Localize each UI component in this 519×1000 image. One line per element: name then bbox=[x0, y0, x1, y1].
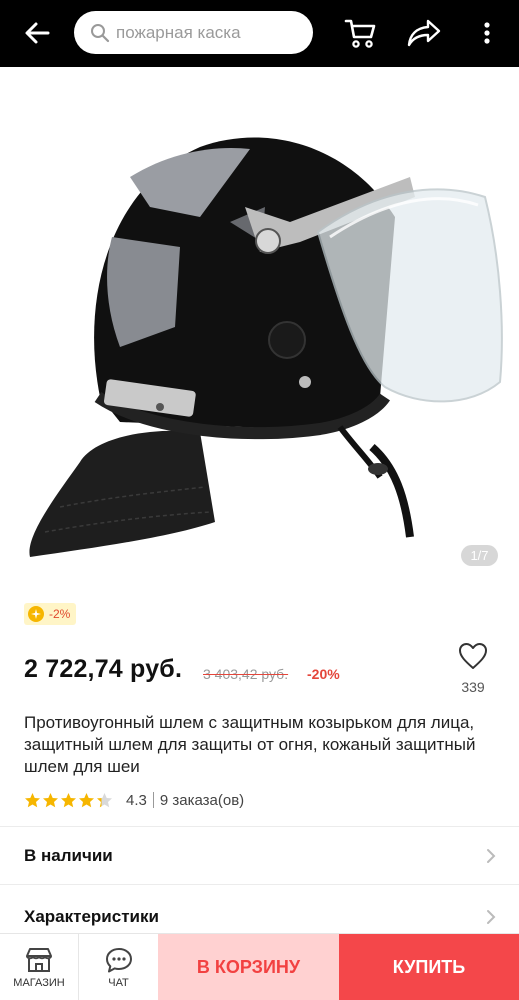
buy-now-button[interactable]: КУПИТЬ bbox=[339, 934, 519, 1000]
product-page: 1/7 -2% 2 722,74 руб. 3 403,42 руб. -20%… bbox=[0, 0, 519, 1000]
availability-row[interactable]: В наличии bbox=[0, 828, 519, 884]
share-icon[interactable] bbox=[406, 17, 442, 49]
old-price: 3 403,42 руб. bbox=[203, 666, 289, 682]
coupon-icon bbox=[28, 606, 44, 622]
store-label: МАГАЗИН bbox=[13, 977, 65, 989]
cart-icon[interactable] bbox=[344, 17, 378, 49]
rating-summary[interactable]: 4.3 9 заказа(ов) bbox=[24, 790, 244, 810]
star-icon bbox=[61, 792, 76, 807]
star-icon bbox=[25, 792, 40, 807]
more-vertical-icon[interactable] bbox=[478, 18, 496, 48]
wishlist-count: 339 bbox=[461, 679, 485, 695]
chat-tab[interactable]: ЧАТ bbox=[79, 934, 158, 1000]
store-icon bbox=[26, 948, 52, 972]
search-icon bbox=[91, 23, 110, 42]
current-price: 2 722,74 руб. bbox=[24, 655, 183, 683]
divider bbox=[0, 884, 519, 885]
chevron-right-icon bbox=[487, 910, 496, 924]
search-input[interactable] bbox=[116, 22, 306, 43]
discount-percent: -20% bbox=[307, 666, 340, 682]
star-icon bbox=[97, 792, 112, 807]
rating-separator bbox=[152, 792, 154, 808]
chevron-right-icon bbox=[487, 849, 496, 863]
product-title: Противоугонный шлем с защитным козырьком… bbox=[24, 713, 476, 776]
availability-label: В наличии bbox=[24, 846, 113, 865]
chat-icon bbox=[105, 948, 132, 973]
search-bar[interactable] bbox=[74, 11, 313, 54]
product-image bbox=[29, 137, 503, 557]
image-counter: 1/7 bbox=[461, 545, 498, 566]
specifications-label: Характеристики bbox=[24, 907, 159, 926]
chat-label: ЧАТ bbox=[108, 977, 129, 989]
top-bar bbox=[0, 0, 519, 67]
bottom-action-bar: МАГАЗИН ЧАТ В КОРЗИНУ КУПИТЬ bbox=[0, 933, 519, 1000]
back-arrow-icon[interactable] bbox=[22, 18, 52, 48]
orders-count: 9 заказа(ов) bbox=[159, 791, 245, 809]
divider bbox=[0, 826, 519, 827]
wishlist-button[interactable]: 339 bbox=[454, 642, 492, 700]
star-icon bbox=[43, 792, 58, 807]
coupon-text: -2% bbox=[49, 607, 71, 621]
heart-outline-icon bbox=[459, 643, 487, 669]
coupon-badge[interactable]: -2% bbox=[24, 603, 77, 625]
store-tab[interactable]: МАГАЗИН bbox=[0, 934, 79, 1000]
product-image-gallery[interactable] bbox=[0, 67, 519, 587]
rating-stars bbox=[24, 792, 114, 809]
star-icon bbox=[79, 792, 94, 807]
rating-value: 4.3 bbox=[126, 791, 147, 809]
add-to-cart-button[interactable]: В КОРЗИНУ bbox=[158, 934, 339, 1000]
